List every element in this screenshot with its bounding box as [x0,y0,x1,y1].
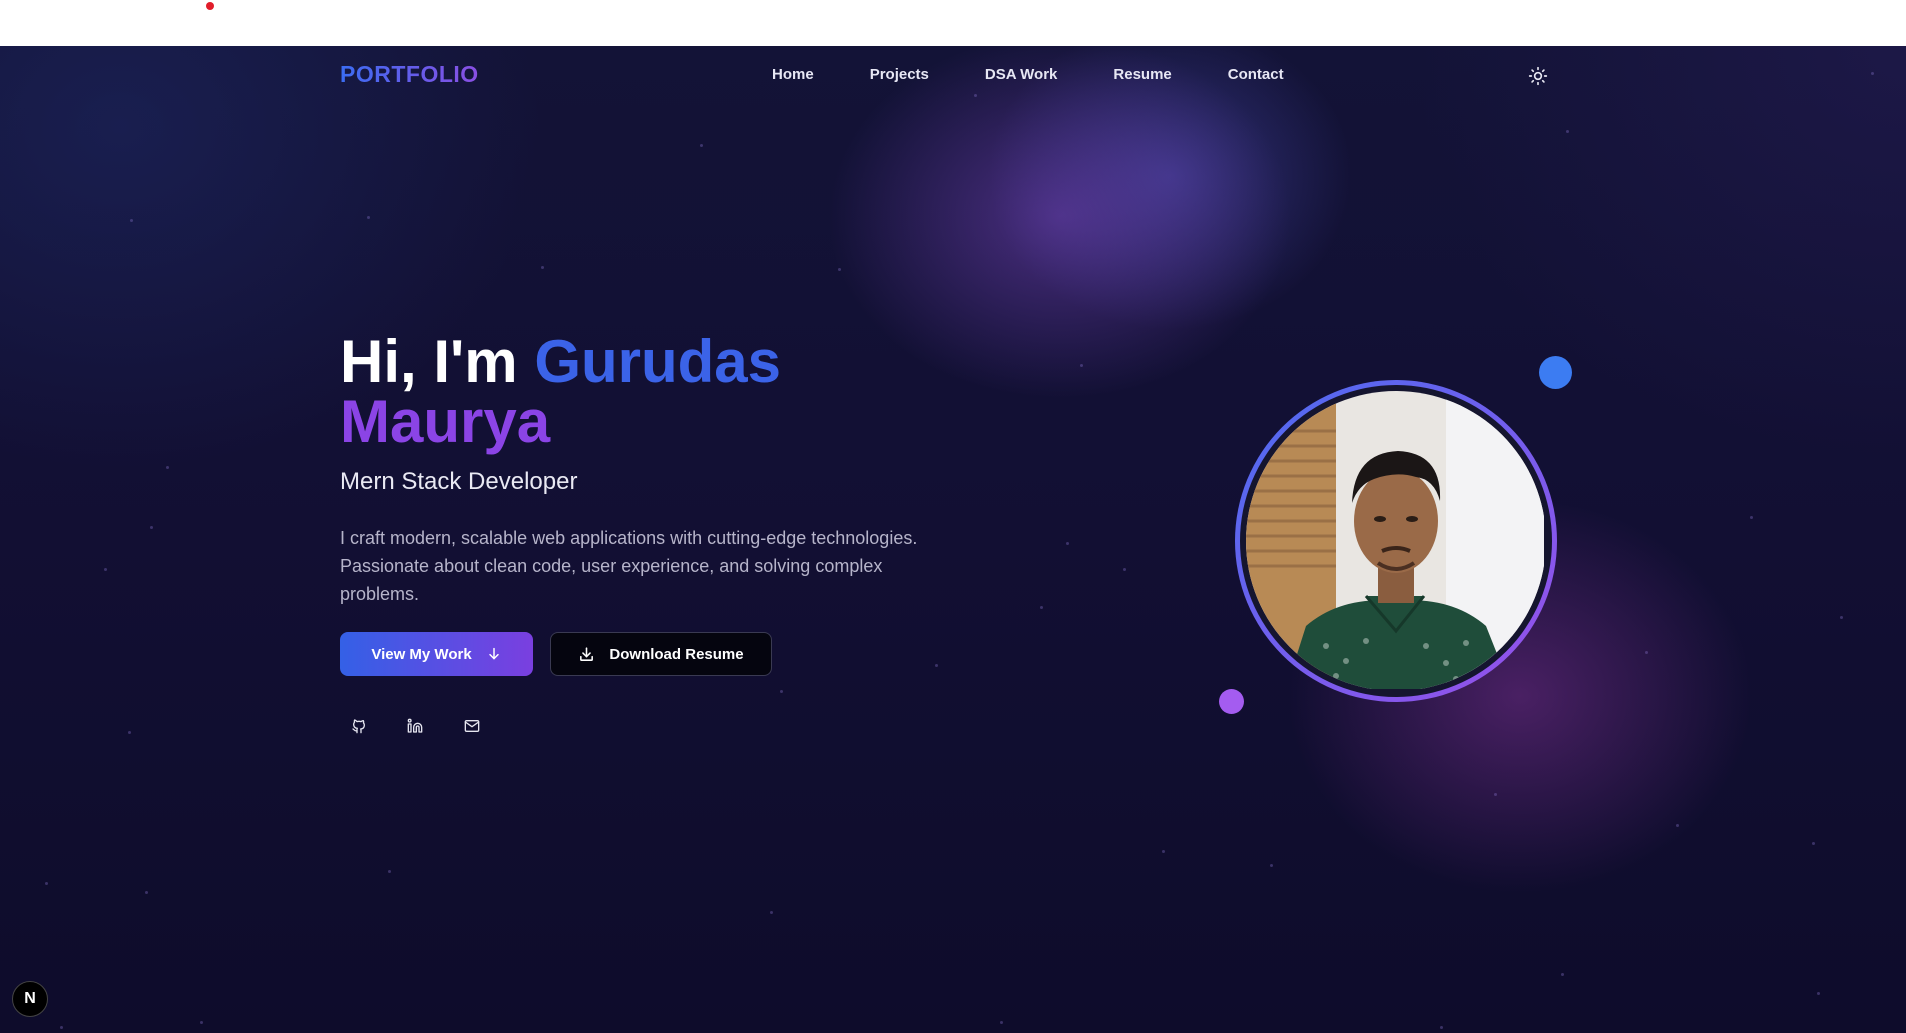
nav-contact[interactable]: Contact [1228,66,1284,83]
background-star [150,526,153,529]
background-star [1440,1026,1443,1029]
hero-first-name: Gurudas [534,328,782,395]
sun-icon [1528,66,1548,86]
mail-icon [464,720,480,732]
background-star [145,891,148,894]
view-my-work-label: View My Work [371,645,472,663]
background-star [1871,72,1874,75]
background-star [770,911,773,914]
background-star [935,664,938,667]
profile-photo [1246,391,1546,691]
view-my-work-button[interactable]: View My Work [340,632,533,676]
recording-indicator [206,2,214,10]
email-link[interactable] [462,716,482,736]
hero-greeting: Hi, I'm [340,328,518,395]
background-star [541,266,544,269]
background-star [1750,516,1753,519]
linkedin-link[interactable] [405,716,425,736]
arrow-down-icon [488,647,499,660]
background-star [1000,1021,1003,1024]
background-star [104,568,107,571]
nav-home[interactable]: Home [772,66,814,83]
download-resume-label: Download Resume [609,645,744,663]
browser-top-strip [0,0,1906,46]
download-icon [580,646,594,661]
site-logo[interactable]: PORTFOLIO [340,61,479,88]
main-nav: Home Projects DSA Work Resume Contact [772,66,1340,83]
background-star [1040,606,1043,609]
background-star [974,94,977,97]
decorative-dot-blue [1539,356,1572,389]
nav-dsa-work[interactable]: DSA Work [985,66,1058,83]
background-star [1066,542,1069,545]
background-star [1561,973,1564,976]
hero-title: Hi, I'm Gurudas Maurya [340,332,781,452]
hero-last-name: Maurya [340,388,551,455]
background-star [1645,651,1648,654]
hero-role: Mern Stack Developer [340,468,578,495]
background-star [367,216,370,219]
hero-description: I craft modern, scalable web application… [340,528,918,604]
background-star [1817,992,1820,995]
profile-photo-illustration [1246,391,1544,689]
nav-resume[interactable]: Resume [1113,66,1171,83]
background-star [45,882,48,885]
github-icon [352,719,365,734]
background-star [130,219,133,222]
background-star [780,690,783,693]
background-star [1123,568,1126,571]
portfolio-page: PORTFOLIO Home Projects DSA Work Resume … [0,46,1906,1033]
dev-tools-badge[interactable]: N [12,981,48,1017]
background-star [60,1026,63,1029]
linkedin-icon [407,718,423,733]
github-link[interactable] [349,716,369,736]
decorative-dot-purple [1219,689,1244,714]
background-star [1840,616,1843,619]
background-star [388,870,391,873]
background-star [1494,793,1497,796]
nav-projects[interactable]: Projects [870,66,929,83]
background-star [128,731,131,734]
background-star [1812,842,1815,845]
background-star [1080,364,1083,367]
background-star [1676,824,1679,827]
background-star [1162,850,1165,853]
background-star [838,268,841,271]
background-glow [0,46,1906,1033]
background-star [166,466,169,469]
profile-photo-frame [1235,380,1557,702]
background-star [1566,130,1569,133]
background-star [1270,864,1273,867]
background-star [700,144,703,147]
theme-toggle-button[interactable] [1528,66,1548,86]
download-resume-button[interactable]: Download Resume [550,632,772,676]
background-star [200,1021,203,1024]
